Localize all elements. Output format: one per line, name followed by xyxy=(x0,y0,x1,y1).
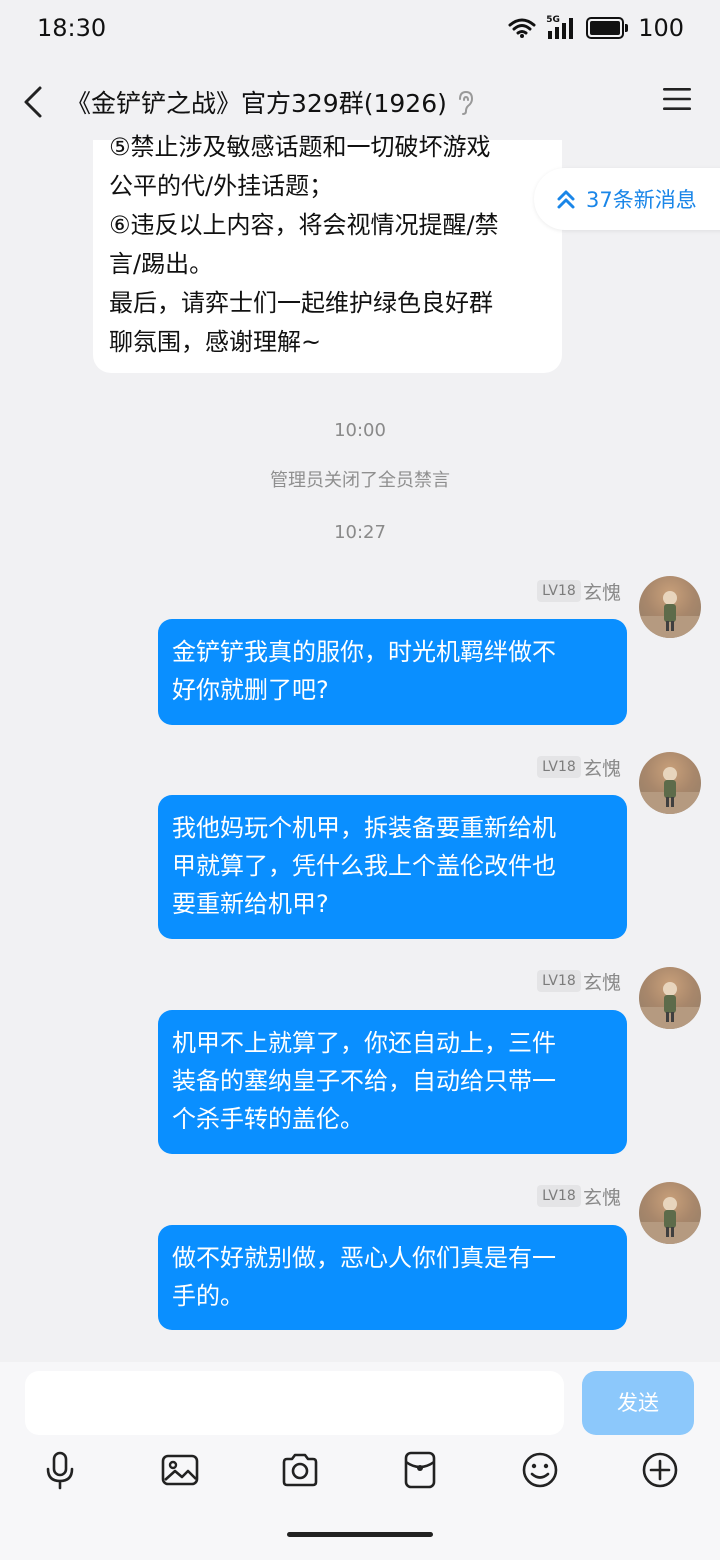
avatar[interactable] xyxy=(639,576,701,638)
timestamp: 10:27 xyxy=(334,522,386,543)
notice-message: ⑤禁止涉及敏感话题和一切破坏游戏 公平的代/外挂话题； ⑥违反以上内容，将会视情… xyxy=(93,133,562,373)
message-bubble[interactable]: 金铲铲我真的服你，时光机羁绊做不 好你就删了吧? xyxy=(158,619,627,725)
battery-icon xyxy=(586,17,629,39)
level-badge: LV18 xyxy=(537,580,581,602)
new-messages-button[interactable]: 37条新消息 xyxy=(534,168,720,230)
notice-line: 公平的代/外挂话题； xyxy=(109,172,334,200)
message-line: 个杀手转的盖伦。 xyxy=(172,1105,364,1133)
message-line: 金铲铲我真的服你，时光机羁绊做不 xyxy=(172,638,556,666)
sender-name[interactable]: 玄愧 xyxy=(583,968,621,995)
image-icon[interactable] xyxy=(160,1450,200,1490)
message-line: 我他妈玩个机甲，拆装备要重新给机 xyxy=(172,814,556,842)
timestamp: 10:00 xyxy=(334,420,386,441)
back-icon[interactable] xyxy=(18,82,50,122)
message-line: 甲就算了，凭什么我上个盖伦改件也 xyxy=(172,852,556,880)
message-line: 做不好就别做，恶心人你们真是有一 xyxy=(172,1244,556,1272)
toolbar xyxy=(0,1450,720,1500)
level-badge: LV18 xyxy=(537,1185,581,1207)
sender-name[interactable]: 玄愧 xyxy=(583,754,621,781)
message-line: 机甲不上就算了，你还自动上，三件 xyxy=(172,1029,556,1057)
status-bar: 18:30 5G 100 xyxy=(0,0,720,62)
avatar[interactable] xyxy=(639,1182,701,1244)
avatar[interactable] xyxy=(639,752,701,814)
battery-level: 100 xyxy=(638,14,684,42)
menu-icon[interactable] xyxy=(662,86,692,112)
message-bubble[interactable]: 机甲不上就算了，你还自动上，三件 装备的塞纳皇子不给，自动给只带一 个杀手转的盖… xyxy=(158,1010,627,1154)
group-title[interactable]: 《金铲铲之战》官方329群(1926) xyxy=(66,84,447,120)
notice-line: 聊氛围，感谢理解~ xyxy=(109,328,322,356)
double-chevron-up-icon xyxy=(557,190,575,209)
camera-icon[interactable] xyxy=(280,1450,320,1490)
ear-icon[interactable] xyxy=(456,89,474,117)
message-line: 要重新给机甲? xyxy=(172,890,329,918)
level-badge: LV18 xyxy=(537,970,581,992)
status-time: 18:30 xyxy=(37,14,107,42)
system-notice: 管理员关闭了全员禁言 xyxy=(270,470,450,491)
notice-line: ⑥违反以上内容，将会视情况提醒/禁 xyxy=(109,211,499,239)
home-indicator[interactable] xyxy=(287,1532,433,1537)
sender-name[interactable]: 玄愧 xyxy=(583,578,621,605)
plus-icon[interactable] xyxy=(640,1450,680,1490)
notice-line: ⑤禁止涉及敏感话题和一切破坏游戏 xyxy=(109,133,491,161)
notice-line: 最后，请弈士们一起维护绿色良好群 xyxy=(109,289,493,317)
new-messages-label: 37条新消息 xyxy=(586,188,697,212)
mic-icon[interactable] xyxy=(40,1450,80,1490)
avatar[interactable] xyxy=(639,967,701,1029)
message-bubble[interactable]: 我他妈玩个机甲，拆装备要重新给机 甲就算了，凭什么我上个盖伦改件也 要重新给机甲… xyxy=(158,795,627,939)
send-button[interactable]: 发送 xyxy=(582,1371,694,1435)
message-line: 手的。 xyxy=(172,1282,244,1310)
emoji-icon[interactable] xyxy=(520,1450,560,1490)
notice-line: 言/踢出。 xyxy=(109,250,214,278)
level-badge: LV18 xyxy=(537,756,581,778)
status-icons: 5G 100 xyxy=(508,14,684,42)
message-bubble[interactable]: 做不好就别做，恶心人你们真是有一 手的。 xyxy=(158,1225,627,1330)
wifi-icon xyxy=(508,18,536,38)
sender-name[interactable]: 玄愧 xyxy=(583,1183,621,1210)
message-line: 装备的塞纳皇子不给，自动给只带一 xyxy=(172,1067,556,1095)
red-packet-icon[interactable] xyxy=(400,1450,440,1490)
input-bar: 发送 xyxy=(0,1362,720,1560)
message-input[interactable] xyxy=(25,1371,564,1435)
signal-icon: 5G xyxy=(546,15,576,39)
message-line: 好你就删了吧? xyxy=(172,676,329,704)
